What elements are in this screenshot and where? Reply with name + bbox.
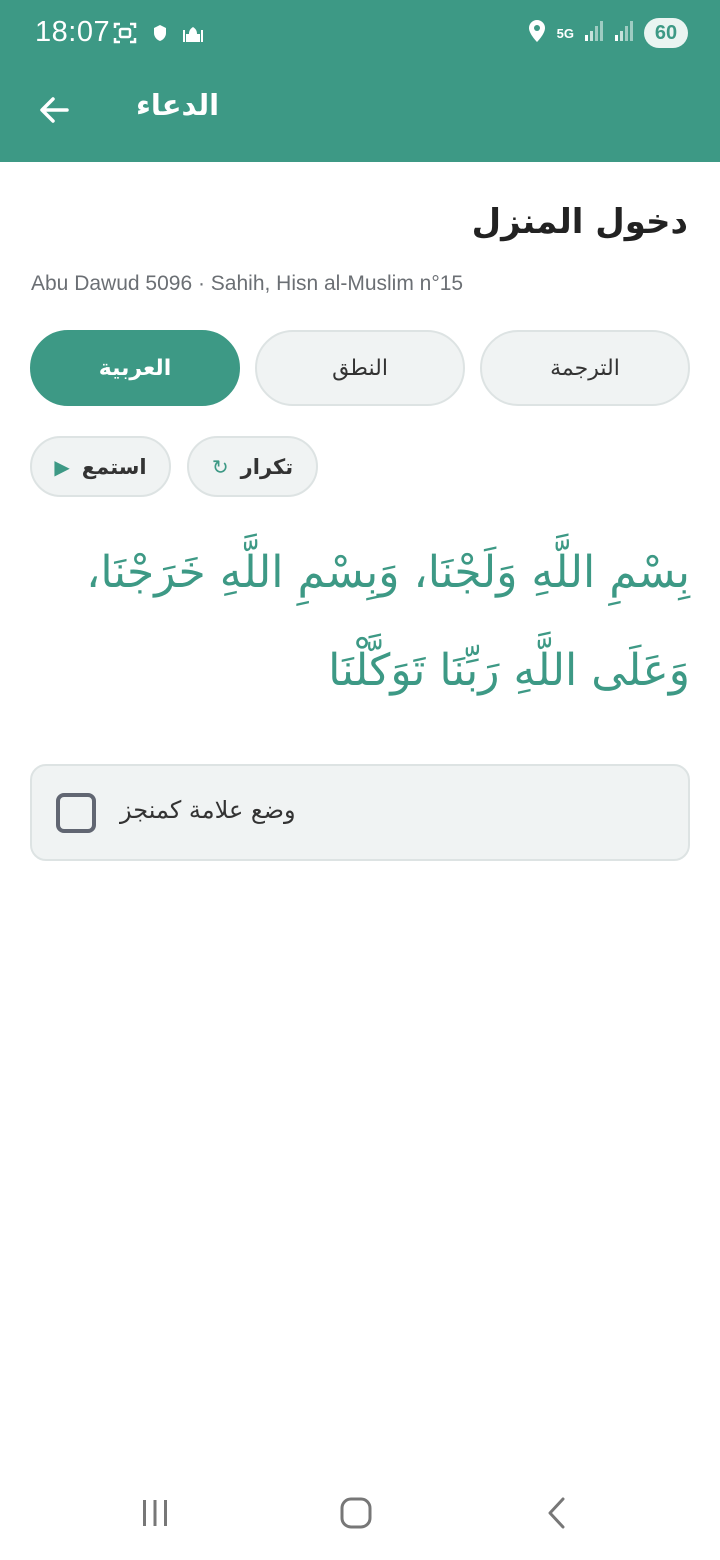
status-left-icons bbox=[112, 20, 204, 50]
signal-icon bbox=[614, 20, 634, 46]
screenshot-icon bbox=[112, 20, 138, 50]
home-button[interactable] bbox=[326, 1490, 386, 1540]
app-bar: الدعاء bbox=[0, 68, 720, 162]
listen-button[interactable]: استمع ▶ bbox=[30, 436, 171, 497]
tab-arabic[interactable]: العربية bbox=[30, 330, 240, 406]
network-type: 5G bbox=[556, 25, 574, 41]
language-tabs: العربية النطق الترجمة bbox=[30, 330, 690, 406]
location-icon bbox=[527, 19, 547, 47]
status-time: 18:07 bbox=[35, 16, 111, 48]
dua-arabic-text: بِسْمِ اللَّهِ وَلَجْنَا، وَبِسْمِ اللَّ… bbox=[86, 547, 690, 696]
repeat-icon: ↻ bbox=[211, 454, 229, 479]
mosque-icon bbox=[182, 23, 204, 47]
status-right-icons: 5G 60 bbox=[527, 18, 688, 48]
signal-icon bbox=[584, 20, 604, 46]
battery-indicator: 60 bbox=[644, 18, 688, 48]
arrow-left-icon bbox=[37, 93, 71, 131]
mark-done-checkbox[interactable] bbox=[56, 793, 96, 833]
app-bar-title: الدعاء bbox=[136, 88, 220, 122]
play-icon: ▶ bbox=[54, 454, 70, 479]
recent-apps-button[interactable] bbox=[125, 1490, 185, 1540]
tab-transliteration[interactable]: النطق bbox=[255, 330, 465, 406]
dua-source: Abu Dawud 5096 · Sahih, Hisn al-Muslim n… bbox=[31, 272, 464, 295]
recent-apps-icon bbox=[138, 1496, 172, 1534]
repeat-label: تكرار bbox=[240, 454, 294, 479]
listen-label: استمع bbox=[81, 454, 147, 479]
system-nav-bar bbox=[0, 1470, 720, 1560]
mark-done-label: وضع علامة كمنجز bbox=[120, 796, 296, 824]
repeat-button[interactable]: تكرار ↻ bbox=[187, 436, 318, 497]
status-bar: 18:07 5G 60 bbox=[0, 0, 720, 68]
dua-title: دخول المنزل bbox=[471, 202, 688, 242]
system-back-button[interactable] bbox=[528, 1490, 588, 1540]
home-icon bbox=[339, 1496, 373, 1534]
tab-translation[interactable]: الترجمة bbox=[480, 330, 690, 406]
top-app-area: 18:07 5G 60 الدعاء bbox=[0, 0, 720, 162]
shield-icon bbox=[152, 24, 168, 46]
back-button[interactable] bbox=[30, 88, 78, 136]
back-icon bbox=[541, 1496, 575, 1534]
mark-done-row[interactable]: وضع علامة كمنجز bbox=[30, 764, 690, 861]
